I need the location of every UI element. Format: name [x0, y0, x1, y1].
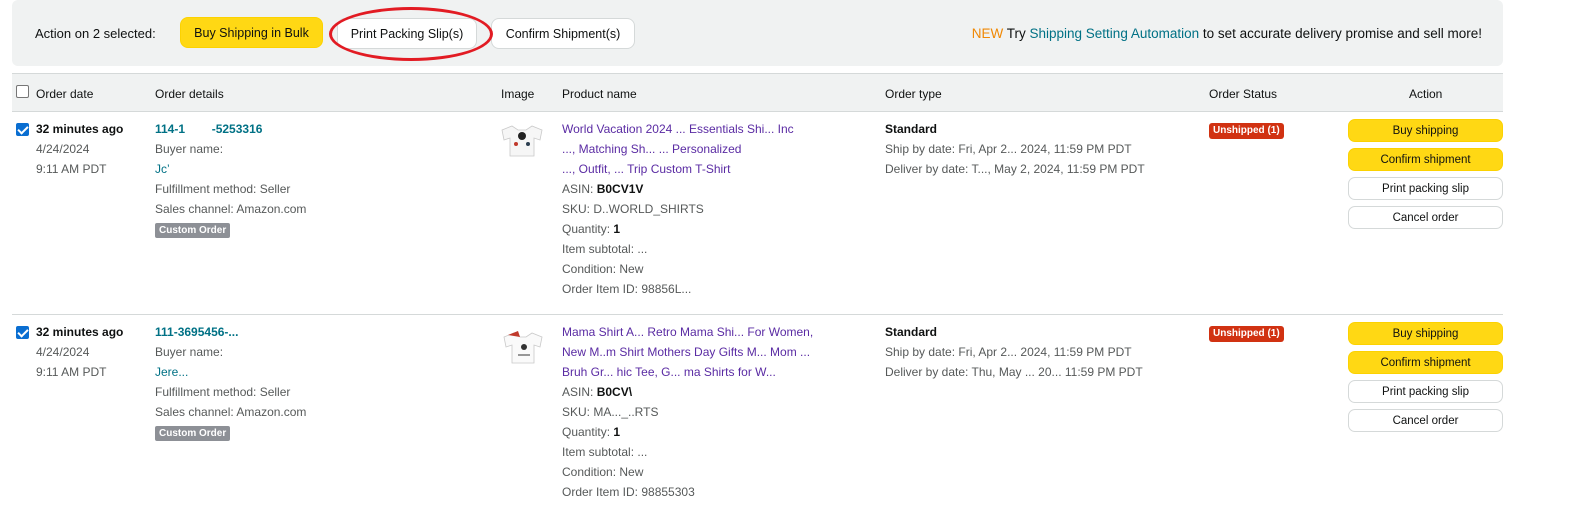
promo-try-text: Try — [1003, 26, 1030, 41]
product-title-line3[interactable]: ..., Outfit, ... Trip Custom T-Shirt — [562, 159, 794, 179]
ship-by-date: Ship by date: Fri, Apr 2... 2024, 11:59 … — [885, 345, 1132, 359]
confirm-shipment-button[interactable]: Confirm shipment — [1348, 351, 1503, 374]
product-title-line1[interactable]: World Vacation 2024 ... Essentials Shi..… — [562, 119, 794, 139]
fulfillment-method: Fulfillment method: Seller — [155, 385, 291, 399]
order-id-link[interactable]: 114-1 -5253316 — [155, 119, 306, 139]
orders-table-header: Order date Order details Image Product n… — [12, 73, 1503, 112]
product-title-line3[interactable]: Bruh Gr... hic Tee, G... ma Shirts for W… — [562, 362, 813, 382]
bulk-action-bar: Action on 2 selected: Buy Shipping in Bu… — [12, 0, 1503, 66]
header-product-name: Product name — [562, 87, 637, 101]
product-sku: SKU: D..WORLD_SHIRTS — [562, 202, 704, 216]
product-image[interactable] — [498, 122, 546, 162]
confirm-shipment-button[interactable]: Confirm shipment — [1348, 148, 1503, 171]
order-type-value: Standard — [885, 122, 938, 136]
print-packing-slips-button[interactable]: Print Packing Slip(s) — [337, 18, 477, 49]
product-title-line2[interactable]: New M..m Shirt Mothers Day Gifts M... Mo… — [562, 342, 813, 362]
header-order-date[interactable]: Order date — [36, 87, 93, 101]
header-image: Image — [501, 87, 535, 101]
item-subtotal: Item subtotal: ... — [562, 242, 648, 256]
buyer-name-label: Buyer name: — [155, 345, 224, 359]
print-packing-slip-button[interactable]: Print packing slip — [1348, 177, 1503, 200]
confirm-shipments-button[interactable]: Confirm Shipment(s) — [491, 18, 635, 49]
order-age: 32 minutes ago — [36, 325, 124, 339]
order-item-id: Order Item ID: 98856L... — [562, 282, 692, 296]
deliver-by-date: Deliver by date: Thu, May ... 20... 11:5… — [885, 365, 1143, 379]
shirt-thumbnail-icon — [501, 125, 543, 157]
item-condition: Condition: New — [562, 465, 644, 479]
row-select-checkbox[interactable] — [16, 326, 29, 339]
order-type-value: Standard — [885, 325, 938, 339]
item-subtotal: Item subtotal: ... — [562, 445, 648, 459]
order-time: 9:11 AM PDT — [36, 162, 107, 176]
buyer-name-link[interactable]: Jc’ — [155, 159, 306, 179]
promo-tail-text: to set accurate delivery promise and sel… — [1199, 26, 1482, 41]
selection-count-label: Action on 2 selected: — [35, 26, 156, 41]
buy-shipping-button[interactable]: Buy shipping — [1348, 322, 1503, 345]
product-asin: ASIN: B0CV1V — [562, 182, 644, 196]
buy-shipping-button[interactable]: Buy shipping — [1348, 119, 1503, 142]
status-badge: Unshipped (1) — [1209, 123, 1284, 139]
sales-channel: Sales channel: Amazon.com — [155, 405, 307, 419]
fulfillment-method: Fulfillment method: Seller — [155, 182, 291, 196]
sales-channel: Sales channel: Amazon.com — [155, 202, 307, 216]
order-time: 9:11 AM PDT — [36, 365, 107, 379]
product-asin: ASIN: B0CV\ — [562, 385, 633, 399]
buy-shipping-bulk-button[interactable]: Buy Shipping in Bulk — [180, 17, 323, 48]
product-quantity: Quantity: 1 — [562, 222, 621, 236]
product-sku: SKU: MA..._..RTS — [562, 405, 659, 419]
product-title-line1[interactable]: Mama Shirt A... Retro Mama Shi... For Wo… — [562, 322, 813, 342]
promo-new-tag: NEW — [971, 26, 1004, 41]
custom-order-badge: Custom Order — [155, 223, 231, 238]
row-select-checkbox[interactable] — [16, 123, 29, 136]
table-row: 32 minutes ago 4/24/2024 9:11 AM PDT 111… — [12, 321, 1503, 514]
shipping-automation-link[interactable]: Shipping Setting Automation — [1030, 26, 1200, 41]
cancel-order-button[interactable]: Cancel order — [1348, 206, 1503, 229]
buyer-name-link[interactable]: Jere... — [155, 362, 306, 382]
order-item-id: Order Item ID: 98855303 — [562, 485, 695, 499]
order-id-link[interactable]: 111-3695456-... — [155, 322, 306, 342]
print-packing-slip-button[interactable]: Print packing slip — [1348, 380, 1503, 403]
table-row: 32 minutes ago 4/24/2024 9:11 AM PDT 114… — [12, 118, 1503, 314]
header-order-details: Order details — [155, 87, 224, 101]
buyer-name-label: Buyer name: — [155, 142, 224, 156]
ship-by-date: Ship by date: Fri, Apr 2... 2024, 11:59 … — [885, 142, 1132, 156]
item-condition: Condition: New — [562, 262, 644, 276]
promo-banner: NEW Try Shipping Setting Automation to s… — [972, 26, 1482, 41]
header-order-type: Order type — [885, 87, 942, 101]
deliver-by-date: Deliver by date: T..., May 2, 2024, 11:5… — [885, 162, 1145, 176]
row-divider — [12, 314, 1503, 315]
product-image[interactable] — [498, 329, 546, 369]
header-order-status: Order Status — [1209, 87, 1278, 101]
custom-order-badge: Custom Order — [155, 426, 231, 441]
cancel-order-button[interactable]: Cancel order — [1348, 409, 1503, 432]
status-badge: Unshipped (1) — [1209, 326, 1284, 342]
header-action: Action — [1409, 87, 1443, 101]
product-quantity: Quantity: 1 — [562, 425, 621, 439]
product-title-line2[interactable]: ..., Matching Sh... ... Personalized — [562, 139, 794, 159]
select-all-checkbox[interactable] — [16, 85, 29, 98]
order-date: 4/24/2024 — [36, 142, 90, 156]
order-age: 32 minutes ago — [36, 122, 124, 136]
order-date: 4/24/2024 — [36, 345, 90, 359]
shirt-thumbnail-icon — [503, 331, 543, 364]
